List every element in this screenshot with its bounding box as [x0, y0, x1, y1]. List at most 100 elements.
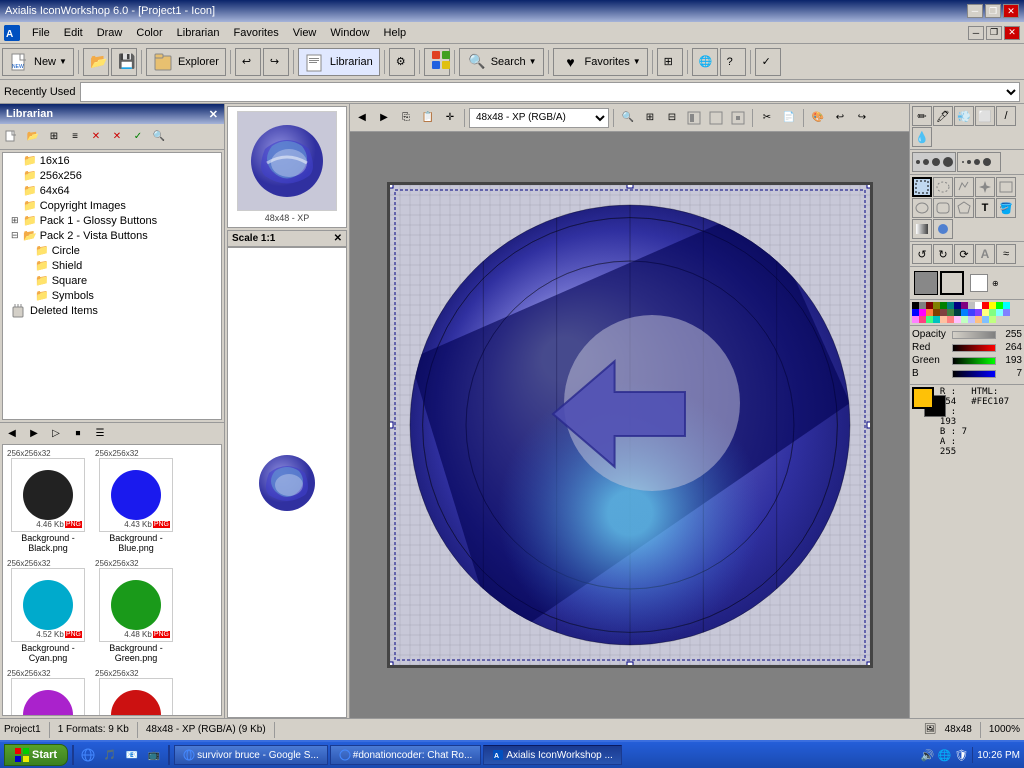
color-cell[interactable] [947, 302, 954, 309]
color-cell[interactable] [975, 316, 982, 323]
lib-grid-btn[interactable]: ⊞ [44, 126, 64, 146]
color-alpha-btn[interactable] [970, 274, 988, 292]
submit-button[interactable]: ✓ [755, 48, 781, 76]
taskbar-item-axialis[interactable]: A Axialis IconWorkshop ... [483, 745, 622, 765]
tree-item-symbols[interactable]: 📁 Symbols [3, 288, 221, 303]
tools-button[interactable]: ⚙ [389, 48, 415, 76]
color-cell[interactable] [926, 309, 933, 316]
tool-select-circle[interactable] [933, 177, 953, 197]
color-cell[interactable] [989, 302, 996, 309]
close-button[interactable]: ✕ [1003, 4, 1019, 18]
start-button[interactable]: Start [4, 744, 68, 766]
tree-item-64x64[interactable]: 📁 64x64 [3, 183, 221, 198]
menu-window[interactable]: Window [324, 25, 375, 41]
lib-nav-play[interactable]: ▷ [46, 424, 66, 444]
color-cell[interactable] [912, 302, 919, 309]
app-minimize-button[interactable]: ─ [968, 26, 984, 40]
tool-text2[interactable]: A [975, 244, 995, 264]
color-cell[interactable] [982, 302, 989, 309]
search-dropdown-arrow[interactable]: ▼ [529, 57, 537, 66]
tool-brush[interactable]: 🖊 [933, 106, 953, 126]
green-slider[interactable] [952, 357, 996, 365]
lib-list-btn[interactable]: ≡ [65, 126, 85, 146]
view1-button[interactable]: ⊞ [657, 48, 683, 76]
canvas-grid-btn[interactable]: ⊞ [640, 108, 660, 128]
tool-eraser[interactable]: ⬜ [975, 106, 995, 126]
color-cell[interactable] [933, 309, 940, 316]
tool-rounded-rect[interactable] [933, 198, 953, 218]
open-button[interactable]: 📂 [83, 48, 109, 76]
taskbar-item-google[interactable]: survivor bruce - Google S... [174, 745, 328, 765]
menu-view[interactable]: View [287, 25, 323, 41]
blue-slider[interactable] [952, 370, 996, 378]
color-cell[interactable] [919, 302, 926, 309]
search-button[interactable]: 🔍 Search ▼ [459, 48, 544, 76]
canvas-main[interactable] [350, 132, 909, 718]
canvas-undo-btn[interactable]: ↩ [830, 108, 850, 128]
canvas-mode2-btn[interactable] [706, 108, 726, 128]
color-cell[interactable] [961, 302, 968, 309]
tool-rect[interactable] [996, 177, 1016, 197]
tree-item-pack1[interactable]: ⊞ 📁 Pack 1 - Glossy Buttons [3, 213, 221, 228]
canvas-zoom-in-btn[interactable]: 🔍 [618, 108, 638, 128]
color-cell[interactable] [1003, 309, 1010, 316]
color-cell[interactable] [933, 302, 940, 309]
color-cell[interactable] [1003, 302, 1010, 309]
lib-delete-btn[interactable]: ✕ [86, 126, 106, 146]
save-button[interactable]: 💾 [111, 48, 137, 76]
tree-item-copyright[interactable]: 📁 Copyright Images [3, 198, 221, 213]
file-item-purple[interactable]: 256x256x32 4.62 Kb PNG Background -Purpl… [5, 667, 91, 716]
internet-button[interactable]: 🌐 [692, 48, 718, 76]
canvas-grid2-btn[interactable]: ⊟ [662, 108, 682, 128]
color-cell[interactable] [968, 316, 975, 323]
redo-button[interactable]: ↪ [263, 48, 289, 76]
color-cell[interactable] [940, 309, 947, 316]
quicklaunch-4[interactable]: 📺 [144, 745, 164, 765]
librarian-close-button[interactable]: ✕ [209, 108, 218, 121]
tool-select-free[interactable] [954, 177, 974, 197]
color-fill-btn[interactable] [914, 271, 938, 295]
new-dropdown-arrow[interactable]: ▼ [59, 57, 67, 66]
file-item-black[interactable]: 256x256x32 4.46 Kb PNG Background -Black… [5, 447, 91, 555]
tool-polygon[interactable] [954, 198, 974, 218]
red-slider[interactable] [952, 344, 996, 352]
opacity-slider[interactable] [952, 331, 996, 339]
tool-rotate-left[interactable]: ↺ [912, 244, 932, 264]
tool-select-rect[interactable] [912, 177, 932, 197]
canvas-mode3-btn[interactable] [728, 108, 748, 128]
lib-search-btn[interactable]: 🔍 [149, 126, 169, 146]
color-cell[interactable] [947, 309, 954, 316]
new-button[interactable]: NEW New ▼ [2, 48, 74, 76]
color-cell[interactable] [947, 316, 954, 323]
color-cell[interactable] [926, 316, 933, 323]
menu-edit[interactable]: Edit [58, 25, 89, 41]
foreground-color-swatch[interactable] [912, 387, 934, 409]
color-cell[interactable] [912, 309, 919, 316]
canvas-copy-btn[interactable]: ⎘ [396, 108, 416, 128]
tool-airbrush[interactable]: 💨 [954, 106, 974, 126]
tree-item-circle[interactable]: 📁 Circle [3, 243, 221, 258]
librarian-button[interactable]: Librarian [298, 48, 380, 76]
tree-item-16x16[interactable]: 📁 16x16 [3, 153, 221, 168]
minimize-button[interactable]: ─ [967, 4, 983, 18]
color-cell[interactable] [975, 309, 982, 316]
color-outline-btn[interactable] [940, 271, 964, 295]
canvas-mode1-btn[interactable] [684, 108, 704, 128]
tool-text[interactable]: T [975, 198, 995, 218]
file-item-green[interactable]: 256x256x32 4.48 Kb PNG Background -Green… [93, 557, 179, 665]
color-cell[interactable] [996, 309, 1003, 316]
color-cell[interactable] [940, 302, 947, 309]
file-item-blue[interactable]: 256x256x32 4.43 Kb PNG Background -Blue.… [93, 447, 179, 555]
color-cell[interactable] [919, 309, 926, 316]
canvas-copy2-btn[interactable]: 📄 [779, 108, 799, 128]
color-cell[interactable] [968, 302, 975, 309]
menu-draw[interactable]: Draw [91, 25, 129, 41]
color-cell[interactable] [989, 309, 996, 316]
tool-rotate-right[interactable]: ↻ [933, 244, 953, 264]
lib-check-btn[interactable]: ✓ [128, 126, 148, 146]
help-button[interactable]: ? [720, 48, 746, 76]
tool-fill[interactable]: 🪣 [996, 198, 1016, 218]
lib-new-btn[interactable] [2, 126, 22, 146]
app-close-button[interactable]: ✕ [1004, 26, 1020, 40]
recently-used-combo[interactable] [80, 82, 1020, 102]
